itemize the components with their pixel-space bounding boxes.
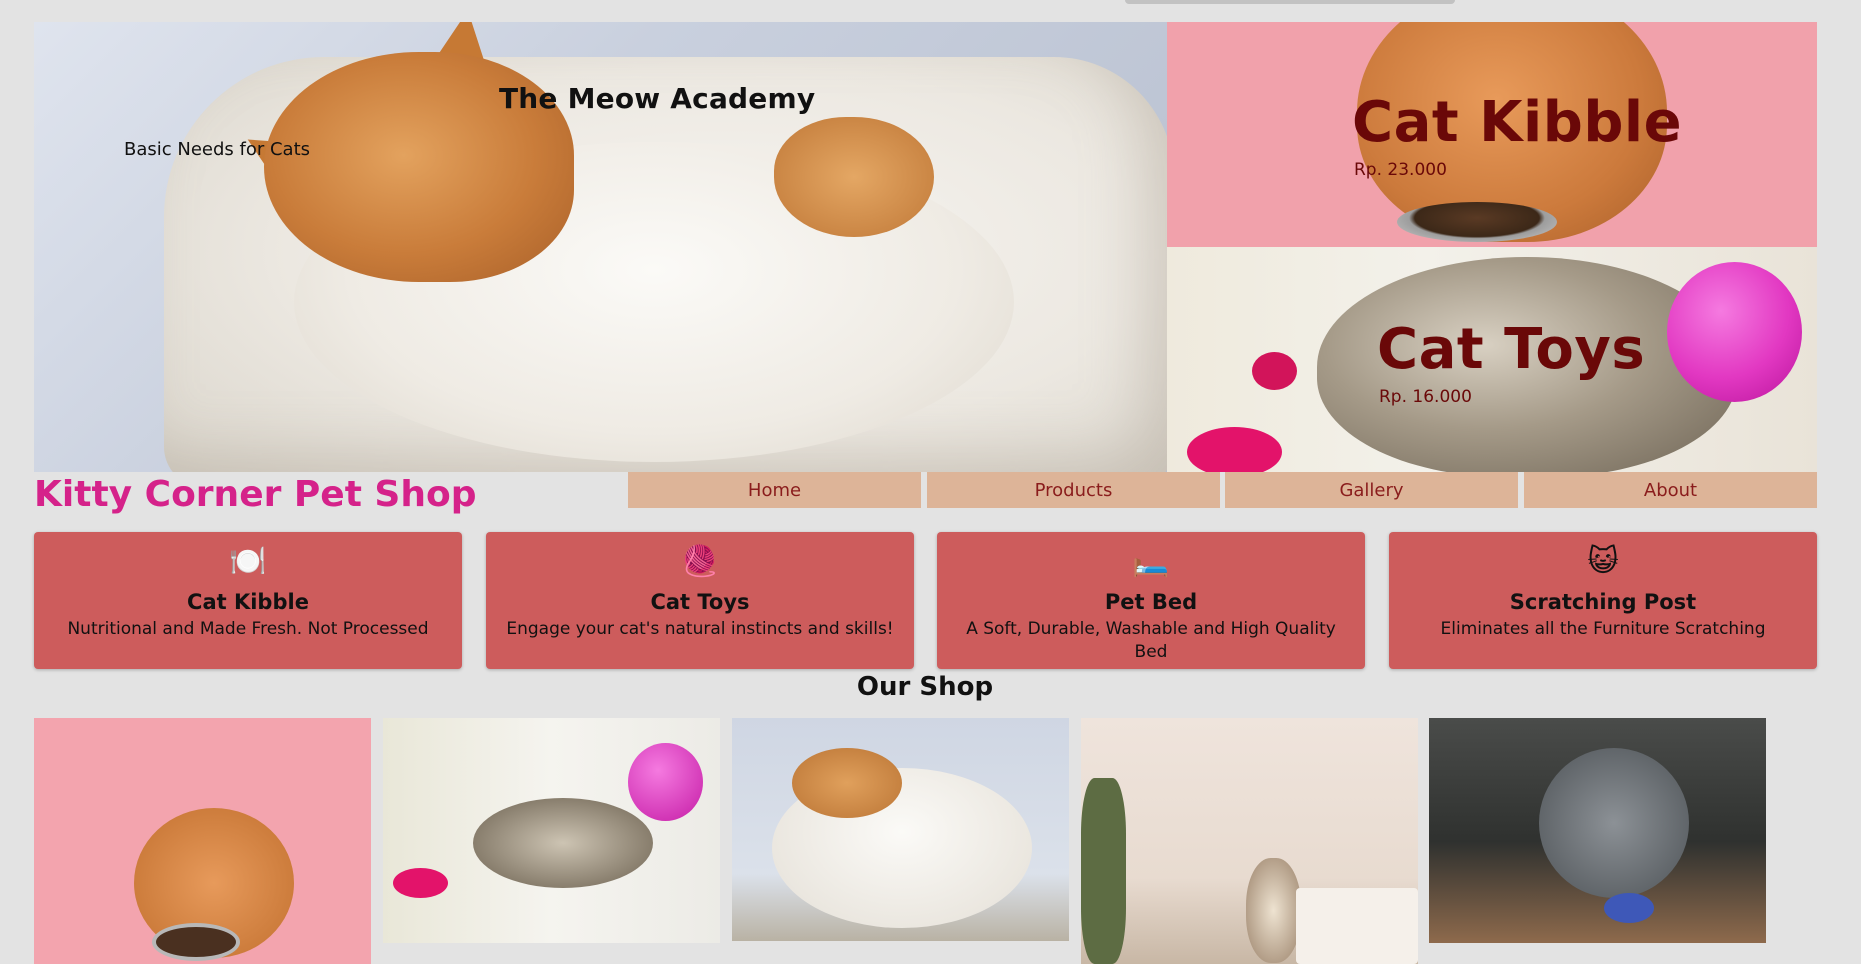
feature-desc: Eliminates all the Furniture Scratching (1440, 619, 1766, 639)
feature-card-cat-kibble[interactable]: 🍽️ Cat Kibble Nutritional and Made Fresh… (34, 532, 462, 669)
nav-gallery[interactable]: Gallery (1225, 472, 1518, 508)
gallery-image-siamese-cat[interactable] (1081, 718, 1418, 964)
cat-face-icon: 😺 (1587, 544, 1619, 579)
gallery-image-grey-kitten[interactable] (1429, 718, 1766, 943)
feature-card-scratching-post[interactable]: 😺 Scratching Post Eliminates all the Fur… (1389, 532, 1817, 669)
nav-products[interactable]: Products (927, 472, 1220, 508)
promo-cat-kibble[interactable]: Cat Kibble Rp. 23.000 (1167, 22, 1817, 247)
feature-title: Pet Bed (1104, 590, 1198, 614)
plate-icon: 🍽️ (229, 544, 267, 579)
gallery-image-kitten-toys[interactable] (383, 718, 720, 943)
promo-title: Cat Toys (1377, 317, 1646, 382)
shop-name-logo[interactable]: Kitty Corner Pet Shop (34, 474, 477, 515)
promo-price: Rp. 16.000 (1379, 387, 1472, 407)
feature-card-cat-toys[interactable]: 🧶 Cat Toys Engage your cat's natural ins… (486, 532, 914, 669)
hero-image-sleeping-cat: The Meow Academy Basic Needs for Cats (34, 22, 1167, 472)
feature-title: Cat Kibble (187, 590, 309, 614)
promo-title: Cat Kibble (1352, 90, 1683, 155)
yarn-icon: 🧶 (681, 544, 719, 579)
nav-home[interactable]: Home (628, 472, 921, 508)
feature-desc: Engage your cat's natural instincts and … (506, 619, 894, 639)
our-shop-heading: Our Shop (856, 672, 994, 702)
gallery-image-cat-eating[interactable] (34, 718, 371, 964)
feature-desc: Nutritional and Made Fresh. Not Processe… (67, 619, 429, 639)
hero-brand-title: The Meow Academy (499, 82, 816, 115)
gallery-image-cat-bed[interactable] (732, 718, 1069, 941)
feature-title: Cat Toys (650, 590, 750, 614)
feature-card-pet-bed[interactable]: 🛏️ Pet Bed A Soft, Durable, Washable and… (937, 532, 1365, 669)
promo-cat-toys[interactable]: Cat Toys Rp. 16.000 (1167, 247, 1817, 472)
feature-desc: A Soft, Durable, Washable and High Quali… (966, 619, 1336, 662)
feature-title: Scratching Post (1509, 590, 1697, 614)
promo-price: Rp. 23.000 (1354, 160, 1447, 180)
bed-icon: 🛏️ (1132, 544, 1170, 579)
hero-tagline: Basic Needs for Cats (124, 139, 311, 160)
top-shadow (1125, 0, 1455, 4)
nav-about[interactable]: About (1524, 472, 1817, 508)
